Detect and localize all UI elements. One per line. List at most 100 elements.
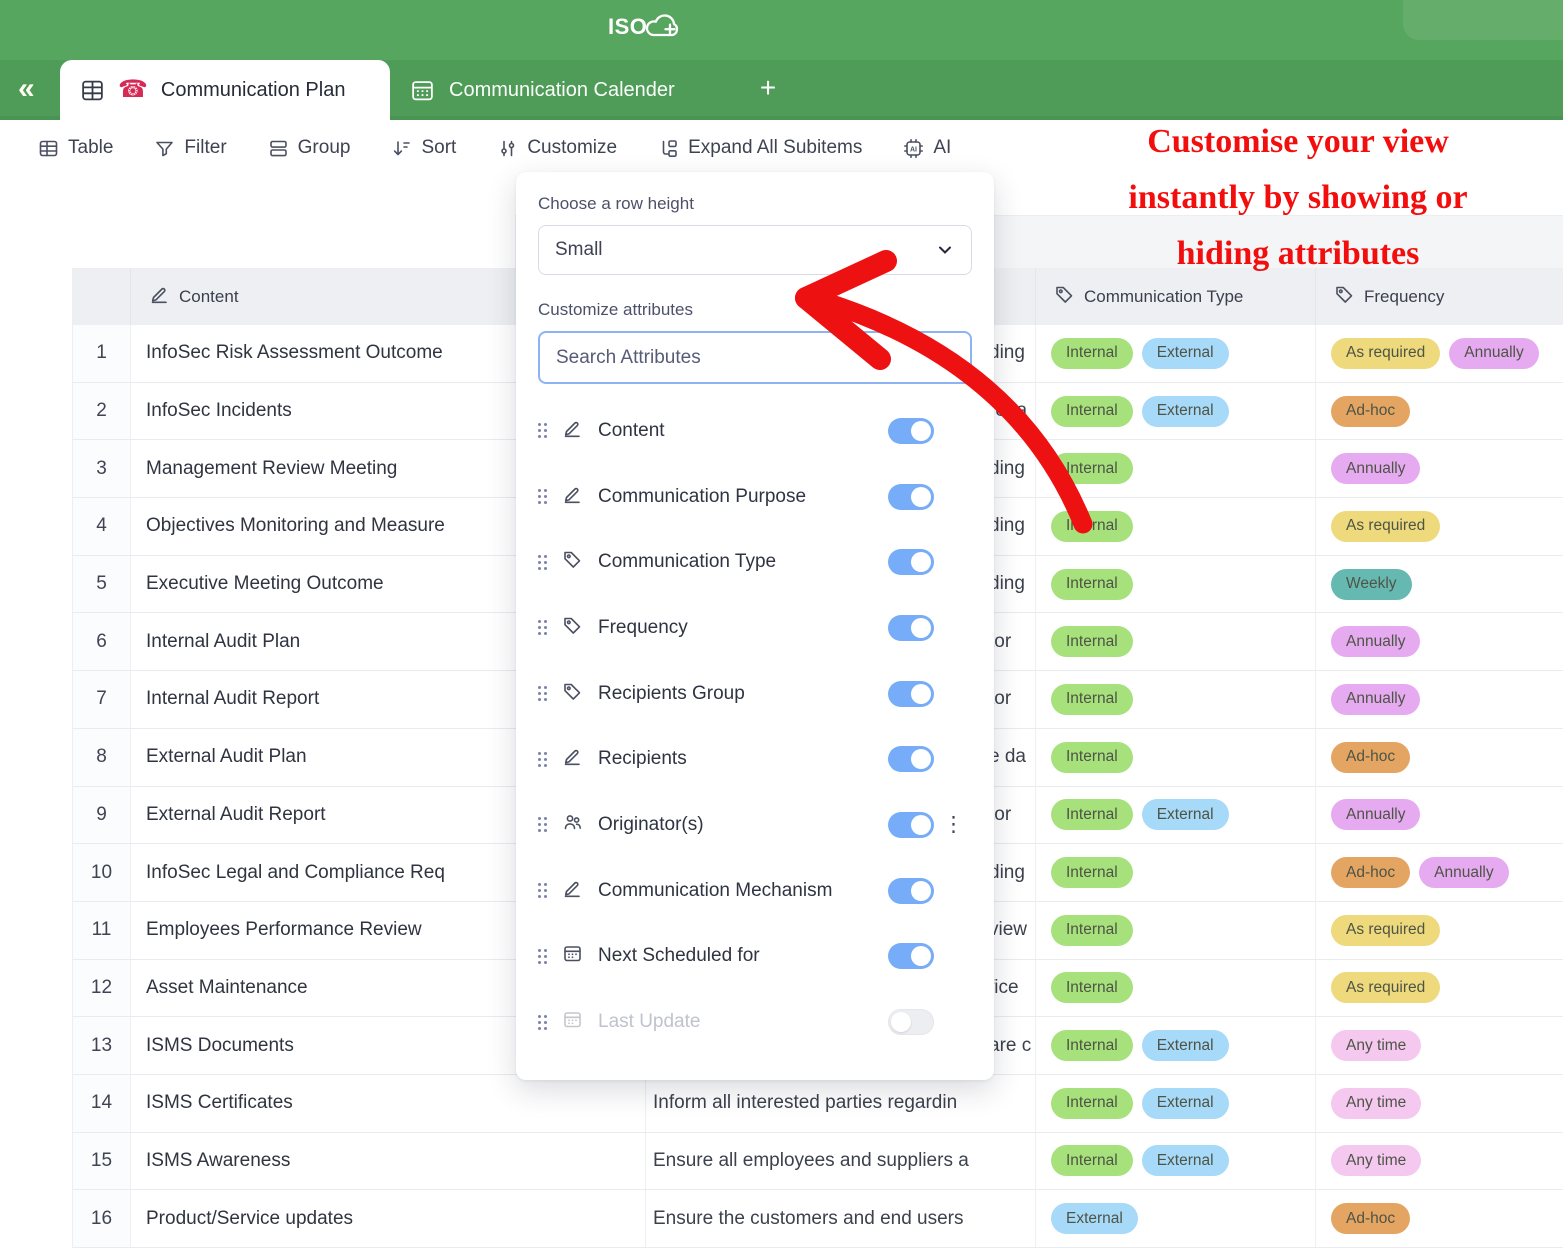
drag-handle-icon[interactable] <box>538 949 547 964</box>
app-window: ISO « ☎ Communication Plan Communication… <box>0 0 1563 1250</box>
communication-type-cell[interactable]: InternalExternal <box>1036 325 1316 382</box>
attribute-toggle[interactable] <box>888 484 934 510</box>
tag-internal: Internal <box>1051 799 1133 830</box>
row-number: 5 <box>73 556 131 613</box>
frequency-cell[interactable]: Weekly <box>1316 556 1563 613</box>
content-cell[interactable]: ISMS Awareness <box>131 1133 646 1190</box>
frequency-cell[interactable]: As required <box>1316 498 1563 555</box>
communication-type-cell[interactable]: InternalExternal <box>1036 383 1316 440</box>
attribute-label: Communication Type <box>598 551 873 573</box>
attribute-toggle[interactable] <box>888 418 934 444</box>
communication-type-cell[interactable]: Internal <box>1036 498 1316 555</box>
frequency-cell[interactable]: Ad-hoc <box>1316 729 1563 786</box>
communication-type-cell[interactable]: External <box>1036 1190 1316 1247</box>
drag-handle-icon[interactable] <box>538 752 547 767</box>
frequency-cell[interactable]: As requiredAnnually <box>1316 325 1563 382</box>
drag-handle-icon[interactable] <box>538 883 547 898</box>
kebab-menu-icon[interactable]: ⋮ <box>943 815 964 835</box>
purpose-cell[interactable]: Ensure the customers and end users <box>646 1190 1036 1247</box>
frequency-cell[interactable]: As required <box>1316 960 1563 1017</box>
attribute-toggle[interactable] <box>888 943 934 969</box>
customize-attributes-label: Customize attributes <box>538 300 972 320</box>
frequency-cell[interactable]: Ad-hoc <box>1316 383 1563 440</box>
tag-internal: Internal <box>1051 1145 1133 1176</box>
table-row: 15ISMS AwarenessEnsure all employees and… <box>73 1133 1563 1191</box>
frequency-cell[interactable]: Annually <box>1316 671 1563 728</box>
communication-type-cell[interactable]: Internal <box>1036 556 1316 613</box>
tag-ad-hoc: Ad-hoc <box>1331 396 1410 427</box>
frequency-cell[interactable]: Any time <box>1316 1133 1563 1190</box>
drag-handle-icon[interactable] <box>538 555 547 570</box>
communication-type-cell[interactable]: Internal <box>1036 844 1316 901</box>
communication-type-cell[interactable]: Internal <box>1036 729 1316 786</box>
table-row: 16Product/Service updatesEnsure the cust… <box>73 1190 1563 1248</box>
communication-type-cell[interactable]: Internal <box>1036 902 1316 959</box>
frequency-cell[interactable]: Annually <box>1316 613 1563 670</box>
drag-handle-icon[interactable] <box>538 686 547 701</box>
toolbar-button-ai[interactable]: AIAI <box>903 137 951 159</box>
communication-type-cell[interactable]: Internal <box>1036 440 1316 497</box>
chip-icon: AI <box>903 138 924 159</box>
tag-internal: Internal <box>1051 915 1133 946</box>
calendar-icon <box>562 943 583 969</box>
search-attributes-input[interactable] <box>538 331 972 384</box>
toolbar-button-filter[interactable]: Filter <box>154 137 226 159</box>
drag-handle-icon[interactable] <box>538 817 547 832</box>
attribute-toggle[interactable] <box>888 878 934 904</box>
content-cell[interactable]: ISMS Certificates <box>131 1075 646 1132</box>
attribute-toggle[interactable] <box>888 812 934 838</box>
attribute-label: Communication Purpose <box>598 486 873 508</box>
attribute-row-communication-purpose: Communication Purpose <box>538 464 972 530</box>
customize-panel: Choose a row height Small Customize attr… <box>516 172 994 1080</box>
toolbar-button-customize[interactable]: Customize <box>497 137 617 159</box>
tag-external: External <box>1142 1145 1229 1176</box>
column-header-label: Communication Type <box>1084 287 1243 307</box>
attribute-toggle[interactable] <box>888 1009 934 1035</box>
drag-handle-icon[interactable] <box>538 489 547 504</box>
drag-handle-icon[interactable] <box>538 620 547 635</box>
frequency-cell[interactable]: Annually <box>1316 787 1563 844</box>
toolbar-button-sort[interactable]: Sort <box>391 137 456 159</box>
communication-type-cell[interactable]: Internal <box>1036 613 1316 670</box>
collapse-sidebar-button[interactable]: « <box>18 72 35 106</box>
attribute-toggle[interactable] <box>888 615 934 641</box>
attribute-row-last-update: Last Update <box>538 989 972 1055</box>
tag-internal: Internal <box>1051 1088 1133 1119</box>
row-number: 13 <box>73 1017 131 1074</box>
drag-handle-icon[interactable] <box>538 423 547 438</box>
attribute-label: Next Scheduled for <box>598 945 873 967</box>
add-view-button[interactable]: + <box>748 60 788 116</box>
toolbar-button-table[interactable]: Table <box>38 137 113 159</box>
top-header-bar: ISO <box>0 0 1563 60</box>
communication-type-cell[interactable]: Internal <box>1036 671 1316 728</box>
edit-icon <box>149 284 170 310</box>
frequency-cell[interactable]: Any time <box>1316 1075 1563 1132</box>
tab-communication-plan[interactable]: ☎ Communication Plan <box>60 60 390 120</box>
tag-external: External <box>1142 1030 1229 1061</box>
frequency-cell[interactable]: As required <box>1316 902 1563 959</box>
attribute-toggle[interactable] <box>888 746 934 772</box>
tab-communication-calender[interactable]: Communication Calender <box>400 60 685 120</box>
tree-icon <box>658 138 679 159</box>
content-cell[interactable]: Product/Service updates <box>131 1190 646 1247</box>
frequency-cell[interactable]: Annually <box>1316 440 1563 497</box>
tag-icon <box>1054 284 1075 310</box>
communication-type-cell[interactable]: InternalExternal <box>1036 1075 1316 1132</box>
toolbar-button-group[interactable]: Group <box>268 137 351 159</box>
frequency-cell[interactable]: Ad-hocAnnually <box>1316 844 1563 901</box>
frequency-cell[interactable]: Any time <box>1316 1017 1563 1074</box>
toolbar-button-expand-all-subitems[interactable]: Expand All Subitems <box>658 137 862 159</box>
communication-type-cell[interactable]: Internal <box>1036 960 1316 1017</box>
communication-type-cell[interactable]: InternalExternal <box>1036 1017 1316 1074</box>
row-number: 8 <box>73 729 131 786</box>
frequency-cell[interactable]: Ad-hoc <box>1316 1190 1563 1247</box>
row-height-select[interactable]: Small <box>538 225 972 275</box>
attribute-toggle[interactable] <box>888 681 934 707</box>
attribute-toggle[interactable] <box>888 549 934 575</box>
purpose-cell[interactable]: Inform all interested parties regardin <box>646 1075 1036 1132</box>
communication-type-cell[interactable]: InternalExternal <box>1036 787 1316 844</box>
communication-type-cell[interactable]: Internal External <box>1036 1133 1316 1190</box>
tag-external: External <box>1142 396 1229 427</box>
drag-handle-icon[interactable] <box>538 1015 547 1030</box>
purpose-cell[interactable]: Ensure all employees and suppliers a <box>646 1133 1036 1190</box>
